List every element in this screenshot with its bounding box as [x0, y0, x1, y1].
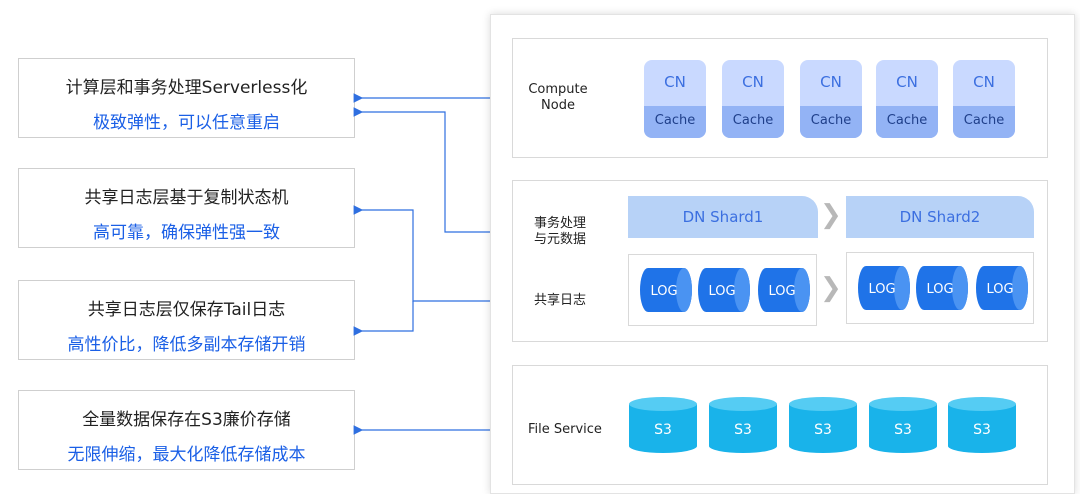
log-label: LOG	[650, 284, 677, 299]
log-cylinder-icon: LOG	[976, 266, 1028, 310]
cache-label: Cache	[953, 106, 1015, 138]
log-cylinder: LOG	[976, 264, 1030, 312]
cache-label: Cache	[722, 106, 784, 138]
s3-label: S3	[973, 422, 991, 438]
s3-storage-cylinder: S3	[628, 396, 698, 454]
shared-log-label: 共享日志	[533, 293, 586, 308]
s3-storage-cylinder: S3	[708, 396, 778, 454]
compute-node: CN Cache	[876, 60, 938, 138]
dn-shard-2: DN Shard2	[846, 196, 1034, 238]
log-cylinder-icon: LOG	[916, 266, 968, 310]
dn-shard-1: DN Shard1	[628, 196, 818, 238]
dn-shard-2-label: DN Shard2	[899, 208, 981, 226]
cn-label: CN	[896, 73, 918, 91]
cache-label: Cache	[800, 106, 862, 138]
s3-storage-cylinder: S3	[868, 396, 938, 454]
database-icon: S3	[789, 397, 857, 453]
log-cylinder: LOG	[698, 266, 752, 314]
compute-node: CN Cache	[722, 60, 784, 138]
s3-storage-cylinder: S3	[947, 396, 1017, 454]
cn-label: CN	[973, 73, 995, 91]
log-cylinder-icon: LOG	[640, 268, 692, 312]
compute-node: CN Cache	[800, 60, 862, 138]
s3-label: S3	[894, 422, 912, 438]
log-cylinder: LOG	[916, 264, 970, 312]
connector-log-2	[353, 301, 414, 336]
dn-label-line2: 与元数据	[533, 232, 586, 247]
file-service-label: File Service	[528, 422, 602, 437]
cache-label: Cache	[644, 106, 706, 138]
dn-label: 事务处理 与元数据	[528, 216, 592, 248]
cn-label: CN	[742, 73, 764, 91]
chevron-right-icon: ❯	[820, 273, 842, 303]
compute-node-label: Compute Node	[526, 82, 590, 114]
cn-label: CN	[664, 73, 686, 91]
chevron-right-icon: ❯	[820, 200, 842, 230]
compute-label-line1: Compute	[528, 82, 588, 97]
log-cylinder: LOG	[640, 266, 694, 314]
dn-label-line1: 事务处理	[533, 216, 586, 231]
database-icon: S3	[869, 397, 937, 453]
log-cylinder-icon: LOG	[758, 268, 810, 312]
log-cylinder: LOG	[758, 266, 812, 314]
compute-node: CN Cache	[644, 60, 706, 138]
log-label: LOG	[768, 284, 795, 299]
cache-label: Cache	[876, 106, 938, 138]
database-icon: S3	[629, 397, 697, 453]
compute-label-line2: Node	[541, 98, 575, 113]
database-icon: S3	[948, 397, 1016, 453]
log-cylinder: LOG	[858, 264, 912, 312]
log-cylinder-icon: LOG	[858, 266, 910, 310]
compute-node: CN Cache	[953, 60, 1015, 138]
s3-storage-cylinder: S3	[788, 396, 858, 454]
database-icon: S3	[709, 397, 777, 453]
s3-label: S3	[654, 422, 672, 438]
s3-label: S3	[734, 422, 752, 438]
log-label: LOG	[986, 282, 1013, 297]
log-label: LOG	[708, 284, 735, 299]
log-label: LOG	[868, 282, 895, 297]
dn-shard-1-label: DN Shard1	[682, 208, 764, 226]
s3-label: S3	[814, 422, 832, 438]
log-label: LOG	[926, 282, 953, 297]
log-cylinder-icon: LOG	[698, 268, 750, 312]
cn-label: CN	[820, 73, 842, 91]
